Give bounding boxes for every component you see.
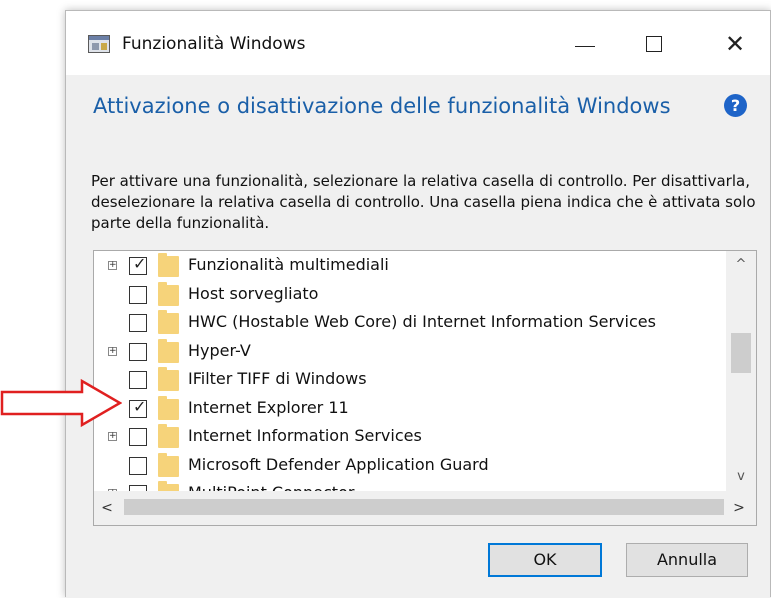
maximize-button[interactable]: [635, 31, 675, 59]
ok-button[interactable]: OK: [488, 543, 602, 577]
close-button[interactable]: ✕: [715, 31, 755, 59]
dialog-content: Attivazione o disattivazione delle funzi…: [66, 75, 770, 598]
scroll-right-icon[interactable]: >: [726, 491, 752, 525]
maximize-icon: [646, 36, 662, 52]
window-app-icon: [88, 35, 110, 53]
feature-checkbox[interactable]: [129, 371, 147, 389]
scroll-down-icon[interactable]: v: [726, 463, 756, 491]
feature-checkbox[interactable]: [129, 314, 147, 332]
expand-icon[interactable]: +: [108, 346, 117, 356]
horizontal-scroll-thumb[interactable]: [124, 499, 724, 515]
windows-features-dialog: Funzionalità Windows ✕ Attivazione o dis…: [65, 10, 771, 598]
cancel-button[interactable]: Annulla: [626, 543, 748, 577]
scroll-left-icon[interactable]: <: [94, 491, 120, 525]
feature-row[interactable]: Host sorvegliato: [94, 281, 724, 310]
feature-row[interactable]: ✓ Internet Explorer 11: [94, 395, 724, 424]
feature-row[interactable]: Microsoft Defender Application Guard: [94, 452, 724, 481]
feature-label: Hyper-V: [188, 340, 251, 360]
feature-label: Host sorvegliato: [188, 283, 319, 303]
feature-checkbox[interactable]: ✓: [129, 254, 147, 275]
page-title: Attivazione o disattivazione delle funzi…: [93, 94, 671, 118]
window-title: Funzionalità Windows: [122, 34, 306, 54]
feature-checkbox[interactable]: ✓: [129, 397, 147, 418]
features-tree: + ✓ Funzionalità multimediali Host sorvegli…: [93, 250, 757, 526]
feature-checkbox[interactable]: [129, 428, 147, 446]
feature-label: Internet Information Services: [188, 426, 422, 445]
checkmark-icon: ✓: [133, 254, 147, 273]
vertical-scrollbar[interactable]: ^ v: [726, 251, 756, 491]
feature-label: IFilter TIFF di Windows: [188, 369, 367, 388]
folder-icon: [158, 367, 179, 391]
feature-checkbox[interactable]: [129, 456, 147, 475]
folder-icon: [158, 310, 179, 334]
title-bar: Funzionalità Windows ✕: [66, 11, 770, 75]
minimize-icon: [575, 46, 595, 47]
folder-icon: [158, 395, 179, 420]
folder-icon: [158, 338, 179, 363]
folder-icon: [158, 452, 179, 477]
vertical-scroll-thumb[interactable]: [731, 333, 751, 373]
expand-icon[interactable]: +: [108, 261, 117, 270]
expand-icon[interactable]: +: [108, 432, 117, 441]
feature-row[interactable]: + Hyper-V: [94, 338, 724, 367]
description-text: Per attivare una funzionalità, seleziona…: [91, 172, 756, 232]
feature-row[interactable]: + Internet Information Services: [94, 424, 724, 452]
feature-row[interactable]: + ✓ Funzionalità multimediali: [94, 253, 724, 281]
close-icon: ✕: [725, 30, 746, 58]
feature-label: HWC (Hostable Web Core) di Internet Info…: [188, 312, 656, 331]
feature-label: Internet Explorer 11: [188, 397, 349, 417]
annotation-arrow-icon: [0, 378, 122, 428]
folder-icon: [158, 424, 179, 448]
feature-label: Funzionalità multimediali: [188, 255, 389, 274]
feature-row[interactable]: IFilter TIFF di Windows: [94, 367, 724, 395]
help-icon[interactable]: ?: [724, 94, 747, 117]
feature-row[interactable]: HWC (Hostable Web Core) di Internet Info…: [94, 310, 724, 338]
scroll-up-icon[interactable]: ^: [726, 251, 756, 279]
feature-checkbox[interactable]: [129, 285, 147, 304]
folder-icon: [158, 253, 179, 277]
minimize-button[interactable]: [566, 31, 606, 59]
feature-checkbox[interactable]: [129, 342, 147, 361]
checkmark-icon: ✓: [133, 396, 147, 416]
horizontal-scrollbar[interactable]: < >: [94, 491, 756, 525]
feature-label: Microsoft Defender Application Guard: [188, 454, 489, 474]
folder-icon: [158, 281, 179, 306]
